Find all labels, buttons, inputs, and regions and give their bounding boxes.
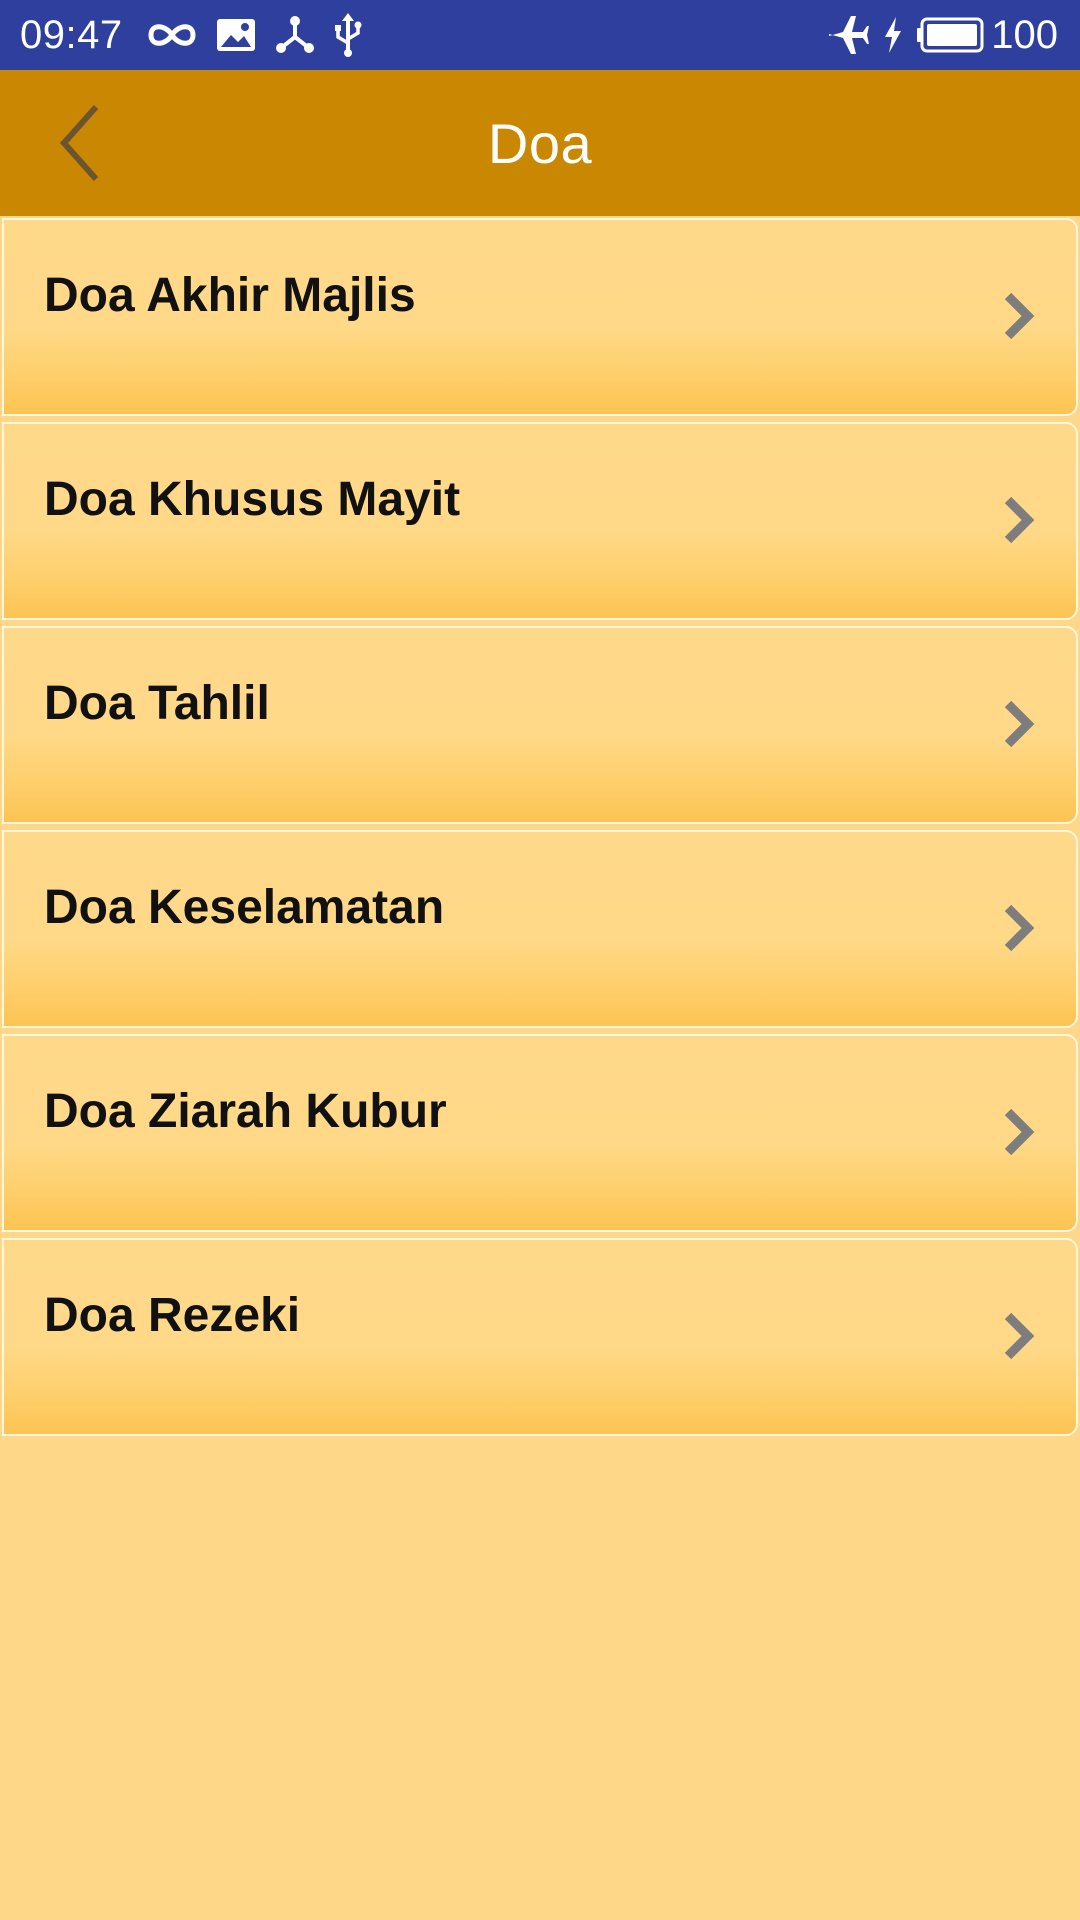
list-item[interactable]: Doa Ziarah Kubur xyxy=(0,1032,1080,1236)
list-item[interactable]: Doa Khusus Mayit xyxy=(0,420,1080,624)
chevron-right-icon xyxy=(1004,700,1035,748)
airplane-icon xyxy=(825,13,870,57)
charging-bolt-icon xyxy=(883,17,903,53)
chevron-right-icon xyxy=(1004,292,1035,340)
battery-icon xyxy=(917,17,985,53)
doa-list: Doa Akhir Majlis Doa Khusus Mayit Doa Ta… xyxy=(0,216,1080,1440)
status-bar: 09:47 100 xyxy=(0,0,1080,70)
list-item-label: Doa Rezeki xyxy=(44,1289,301,1342)
usb-icon xyxy=(333,13,363,57)
page-title: Doa xyxy=(487,111,593,175)
image-icon xyxy=(215,17,257,53)
status-right: 100 xyxy=(825,0,1058,70)
infinity-icon xyxy=(147,20,197,50)
app-bar: Doa xyxy=(0,70,1080,216)
list-item-label: Doa Khusus Mayit xyxy=(44,473,461,526)
battery-level: 100 xyxy=(991,12,1058,57)
status-left: 09:47 xyxy=(20,0,381,70)
status-time: 09:47 xyxy=(20,12,123,57)
chevron-right-icon xyxy=(1004,1108,1035,1156)
share-network-icon xyxy=(275,15,315,55)
list-item-label: Doa Keselamatan xyxy=(44,881,445,934)
list-item[interactable]: Doa Rezeki xyxy=(0,1236,1080,1440)
list-item[interactable]: Doa Tahlil xyxy=(0,624,1080,828)
empty-background xyxy=(0,1440,1080,1920)
list-item[interactable]: Doa Keselamatan xyxy=(0,828,1080,1032)
list-item-label: Doa Tahlil xyxy=(44,677,270,730)
list-item-label: Doa Akhir Majlis xyxy=(44,269,416,322)
chevron-right-icon xyxy=(1004,1312,1035,1360)
chevron-right-icon xyxy=(1004,904,1035,952)
list-item-label: Doa Ziarah Kubur xyxy=(44,1085,447,1138)
chevron-right-icon xyxy=(1004,496,1035,544)
list-item[interactable]: Doa Akhir Majlis xyxy=(0,216,1080,420)
